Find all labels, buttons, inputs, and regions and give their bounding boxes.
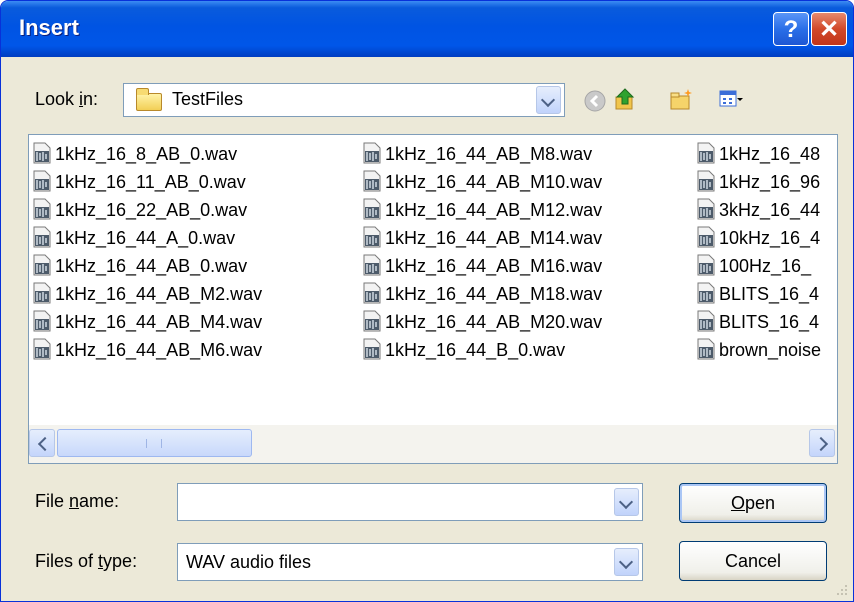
close-button[interactable]: ✕ [811, 12, 847, 46]
wav-file-icon [363, 310, 381, 332]
up-one-level-icon[interactable] [613, 87, 637, 111]
wav-file-icon [33, 226, 51, 248]
resize-grip-icon[interactable] [833, 581, 849, 597]
files-of-type-label: Files of type: [35, 551, 138, 571]
chevron-right-icon [813, 436, 829, 452]
new-folder-icon[interactable] [669, 87, 693, 111]
wav-file-icon [363, 170, 381, 192]
look-in-dropdown-button[interactable] [536, 86, 561, 114]
dialog-title: Insert [19, 15, 79, 40]
wav-file-icon [33, 338, 51, 360]
cancel-button[interactable]: Cancel [679, 541, 827, 581]
file-name-dropdown-button[interactable] [614, 488, 639, 516]
files-of-type-select[interactable]: WAV audio files [177, 543, 643, 581]
wav-file-icon [363, 142, 381, 164]
wav-file-icon [363, 226, 381, 248]
wav-file-icon [697, 142, 715, 164]
wav-file-icon [33, 254, 51, 276]
folder-icon [136, 88, 162, 111]
wav-file-icon [363, 254, 381, 276]
file-name-input[interactable] [177, 483, 643, 521]
files-of-type-dropdown-button[interactable] [614, 548, 639, 576]
help-button[interactable]: ? [773, 12, 809, 46]
look-in-label: Look in: [35, 89, 99, 109]
chevron-left-icon [37, 436, 53, 452]
wav-file-icon [697, 198, 715, 220]
insert-dialog: Insert ? ✕ Look in: TestFiles 1kHz_16_8_… [0, 0, 854, 602]
wav-file-icon [363, 282, 381, 304]
wav-file-icon [697, 282, 715, 304]
chevron-down-icon [618, 494, 634, 510]
scroll-right-button[interactable] [809, 429, 835, 457]
grip-icon [146, 439, 162, 448]
wav-file-icon [697, 226, 715, 248]
wav-file-icon [363, 338, 381, 360]
wav-file-icon [697, 254, 715, 276]
open-button[interactable]: Open [679, 483, 827, 523]
wav-file-icon [33, 170, 51, 192]
wav-file-icon [33, 198, 51, 220]
look-in-value: TestFiles [172, 89, 244, 109]
title-bar[interactable]: Insert ? ✕ [1, 1, 853, 57]
wav-file-icon [697, 310, 715, 332]
wav-file-icon [697, 170, 715, 192]
look-in-combobox[interactable]: TestFiles [123, 83, 565, 117]
views-menu-icon[interactable] [719, 87, 743, 111]
horizontal-scrollbar[interactable] [29, 425, 837, 463]
wav-file-icon [33, 282, 51, 304]
chevron-down-icon [540, 92, 556, 108]
scroll-left-button[interactable] [29, 429, 55, 457]
scroll-thumb[interactable] [57, 429, 252, 457]
wav-file-icon [697, 338, 715, 360]
file-list[interactable]: 1kHz_16_8_AB_0.wav 1kHz_16_11_AB_0.wav 1… [28, 134, 838, 464]
chevron-down-icon [618, 554, 634, 570]
file-name-label: File name: [35, 491, 120, 511]
wav-file-icon [33, 310, 51, 332]
wav-file-icon [33, 142, 51, 164]
wav-file-icon [363, 198, 381, 220]
back-icon[interactable] [583, 89, 607, 113]
